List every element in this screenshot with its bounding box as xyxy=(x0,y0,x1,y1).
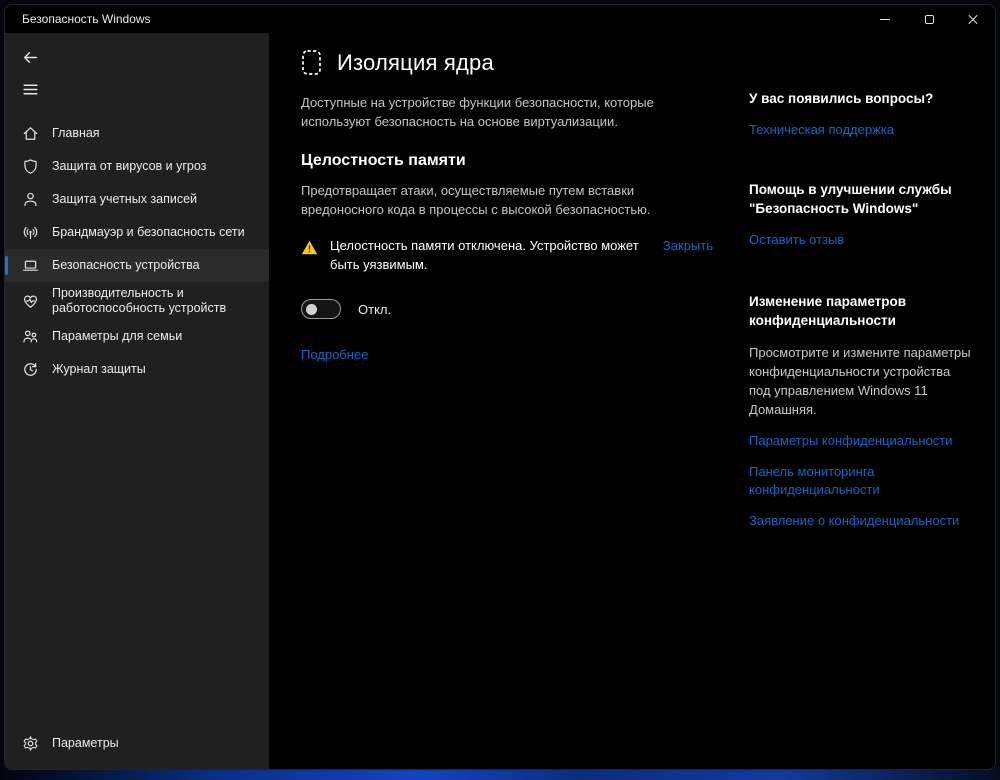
aside-privacy-section: Изменение параметров конфиденциальности … xyxy=(749,292,993,530)
maximize-icon xyxy=(924,14,934,24)
warning-banner: Целостность памяти отключена. Устройство… xyxy=(301,236,713,274)
sidebar-item-label: Журнал защиты xyxy=(52,362,146,376)
aside-heading-privacy: Изменение параметров конфиденциальности xyxy=(749,294,907,328)
sidebar-item-label: Производительность и работоспособность у… xyxy=(52,286,227,315)
sidebar-item-device-performance[interactable]: Производительность и работоспособность у… xyxy=(5,282,269,320)
aside-panel: У вас появились вопросы? Техническая под… xyxy=(749,33,993,769)
heart-pulse-icon xyxy=(22,293,39,310)
warning-text: Целостность памяти отключена. Устройство… xyxy=(330,238,639,272)
aside-feedback-section: Помощь в улучшении службы "Безопасность … xyxy=(749,180,993,249)
toggle-knob xyxy=(306,303,317,315)
privacy-settings-link[interactable]: Параметры конфиденциальности xyxy=(749,432,964,450)
core-isolation-icon xyxy=(301,49,322,76)
sidebar-nav: Главная Защита от вирусов и угроз Защита… xyxy=(5,117,269,386)
sidebar-settings[interactable]: Параметры xyxy=(5,725,269,761)
memory-integrity-heading: Целостность памяти xyxy=(301,152,466,169)
close-icon xyxy=(967,13,979,25)
shield-icon xyxy=(22,158,39,175)
close-button[interactable] xyxy=(951,5,995,33)
back-button[interactable] xyxy=(13,41,47,73)
sidebar-item-protection-history[interactable]: Журнал защиты xyxy=(5,353,269,386)
leave-feedback-link[interactable]: Оставить отзыв xyxy=(749,231,964,249)
maximize-button[interactable] xyxy=(907,5,951,33)
sidebar-item-label: Безопасность устройства xyxy=(52,258,200,272)
sidebar-item-virus-threat[interactable]: Защита от вирусов и угроз xyxy=(5,150,269,183)
windows-security-window: Безопасность Windows Главная Защита от в… xyxy=(4,4,996,770)
warning-icon xyxy=(301,240,318,260)
memory-integrity-toggle[interactable] xyxy=(301,299,341,319)
sidebar-item-label: Главная xyxy=(52,126,100,140)
sidebar-item-home[interactable]: Главная xyxy=(5,117,269,150)
page-description: Доступные на устройстве функции безопасн… xyxy=(301,95,654,129)
minimize-icon xyxy=(880,18,890,20)
learn-more-link[interactable]: Подробнее xyxy=(301,347,368,362)
tech-support-link[interactable]: Техническая поддержка xyxy=(749,121,964,139)
back-arrow-icon xyxy=(23,51,37,63)
person-icon xyxy=(22,191,39,208)
sidebar-item-label: Защита учетных записей xyxy=(52,192,198,206)
history-clock-icon xyxy=(22,361,39,378)
privacy-dashboard-link[interactable]: Панель мониторинга конфиденциальности xyxy=(749,463,964,499)
main-content: Изоляция ядра Доступные на устройстве фу… xyxy=(269,33,995,769)
home-icon xyxy=(22,125,39,142)
aside-heading-feedback: Помощь в улучшении службы "Безопасность … xyxy=(749,182,952,216)
menu-button[interactable] xyxy=(13,73,47,105)
privacy-description: Просмотрите и измените параметры конфиде… xyxy=(749,345,971,417)
hamburger-icon xyxy=(22,84,38,94)
family-icon xyxy=(22,328,39,345)
sidebar-item-label: Параметры для семьи xyxy=(52,329,183,343)
memory-integrity-description: Предотвращает атаки, осуществляемые путе… xyxy=(301,183,651,217)
sidebar-item-label: Защита от вирусов и угроз xyxy=(52,159,207,173)
titlebar: Безопасность Windows xyxy=(5,5,995,33)
privacy-statement-link[interactable]: Заявление о конфиденциальности xyxy=(749,512,964,530)
sidebar-item-family-options[interactable]: Параметры для семьи xyxy=(5,320,269,353)
dismiss-link[interactable]: Закрыть xyxy=(663,236,713,255)
sidebar-item-account-protection[interactable]: Защита учетных записей xyxy=(5,183,269,216)
window-title: Безопасность Windows xyxy=(22,12,151,26)
laptop-icon xyxy=(22,257,39,274)
toggle-state-label: Откл. xyxy=(358,301,392,317)
network-signal-icon xyxy=(22,224,39,241)
aside-heading-questions: У вас появились вопросы? xyxy=(749,91,934,106)
sidebar-item-firewall-network[interactable]: Брандмауэр и безопасность сети xyxy=(5,216,269,249)
sidebar: Главная Защита от вирусов и угроз Защита… xyxy=(5,33,269,769)
aside-questions-section: У вас появились вопросы? Техническая под… xyxy=(749,89,993,139)
settings-label: Параметры xyxy=(52,736,119,750)
gear-icon xyxy=(22,735,39,752)
sidebar-item-device-security[interactable]: Безопасность устройства xyxy=(5,249,269,282)
minimize-button[interactable] xyxy=(863,5,907,33)
sidebar-item-label: Брандмауэр и безопасность сети xyxy=(52,225,245,239)
page-title: Изоляция ядра xyxy=(337,49,494,75)
